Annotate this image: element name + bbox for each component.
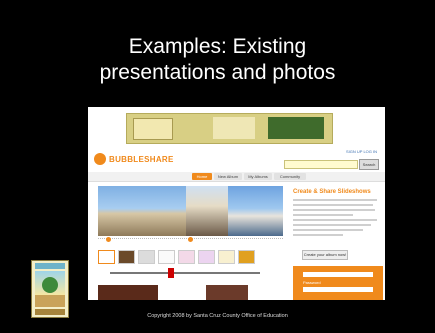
ad-banner[interactable] <box>126 113 333 144</box>
photo-alley[interactable] <box>186 186 228 236</box>
slider-handle[interactable] <box>168 268 174 278</box>
tab-new-album[interactable]: New Album <box>214 173 242 180</box>
slide-title-line1: Examples: Existing <box>128 35 307 58</box>
bottom-photo-left[interactable] <box>98 285 158 300</box>
website-screenshot: BUBBLESHARE SIGN UP LOG IN Search Home N… <box>88 107 385 300</box>
signup-login-link[interactable]: SIGN UP LOG IN <box>346 149 377 154</box>
slider-track[interactable] <box>110 272 260 274</box>
left-arrow-icon[interactable] <box>106 237 111 242</box>
palm-tree-icon <box>42 277 58 293</box>
password-label: Password <box>303 280 321 285</box>
tab-community[interactable]: Community <box>274 173 306 180</box>
site-logo[interactable]: BUBBLESHARE <box>94 153 174 165</box>
ad-image <box>268 117 324 139</box>
side-description <box>293 199 379 239</box>
create-album-button[interactable]: Create your album now! <box>302 250 348 260</box>
side-heading: Create & Share Slideshows <box>293 189 371 195</box>
slide-title: Examples: Existing presentations and pho… <box>0 34 435 86</box>
right-arrow-icon[interactable] <box>188 237 193 242</box>
thumbnail[interactable] <box>98 250 115 264</box>
search-button[interactable]: Search <box>359 159 379 170</box>
clipart-image <box>31 260 69 318</box>
theme-thumbnails <box>98 250 283 264</box>
photo-coast[interactable] <box>228 186 283 236</box>
thumbnail[interactable] <box>198 250 215 264</box>
bottom-photo-middle[interactable] <box>206 285 248 300</box>
email-field[interactable] <box>303 272 373 277</box>
carousel-bar <box>98 237 283 244</box>
login-box: Password <box>293 266 383 300</box>
thumbnail[interactable] <box>158 250 175 264</box>
nav-bar: Home New Album My Albums Community <box>88 172 385 182</box>
copyright-text: Copyright 2008 by Santa Cruz County Offi… <box>147 313 288 319</box>
tab-my-albums[interactable]: My Albums <box>244 173 272 180</box>
ad-text-block <box>213 117 255 139</box>
ad-logo <box>133 118 173 140</box>
thumbnail[interactable] <box>138 250 155 264</box>
password-field[interactable] <box>303 287 373 292</box>
search-input[interactable] <box>284 160 358 169</box>
thumbnail[interactable] <box>118 250 135 264</box>
thumbnail[interactable] <box>238 250 255 264</box>
logo-text: BUBBLESHARE <box>109 154 174 164</box>
tab-home[interactable]: Home <box>192 173 212 180</box>
slide-title-line2: presentations and photos <box>99 61 336 84</box>
photo-harbor[interactable] <box>98 186 186 236</box>
bubble-icon <box>94 153 106 165</box>
thumbnail[interactable] <box>218 250 235 264</box>
thumbnail[interactable] <box>178 250 195 264</box>
